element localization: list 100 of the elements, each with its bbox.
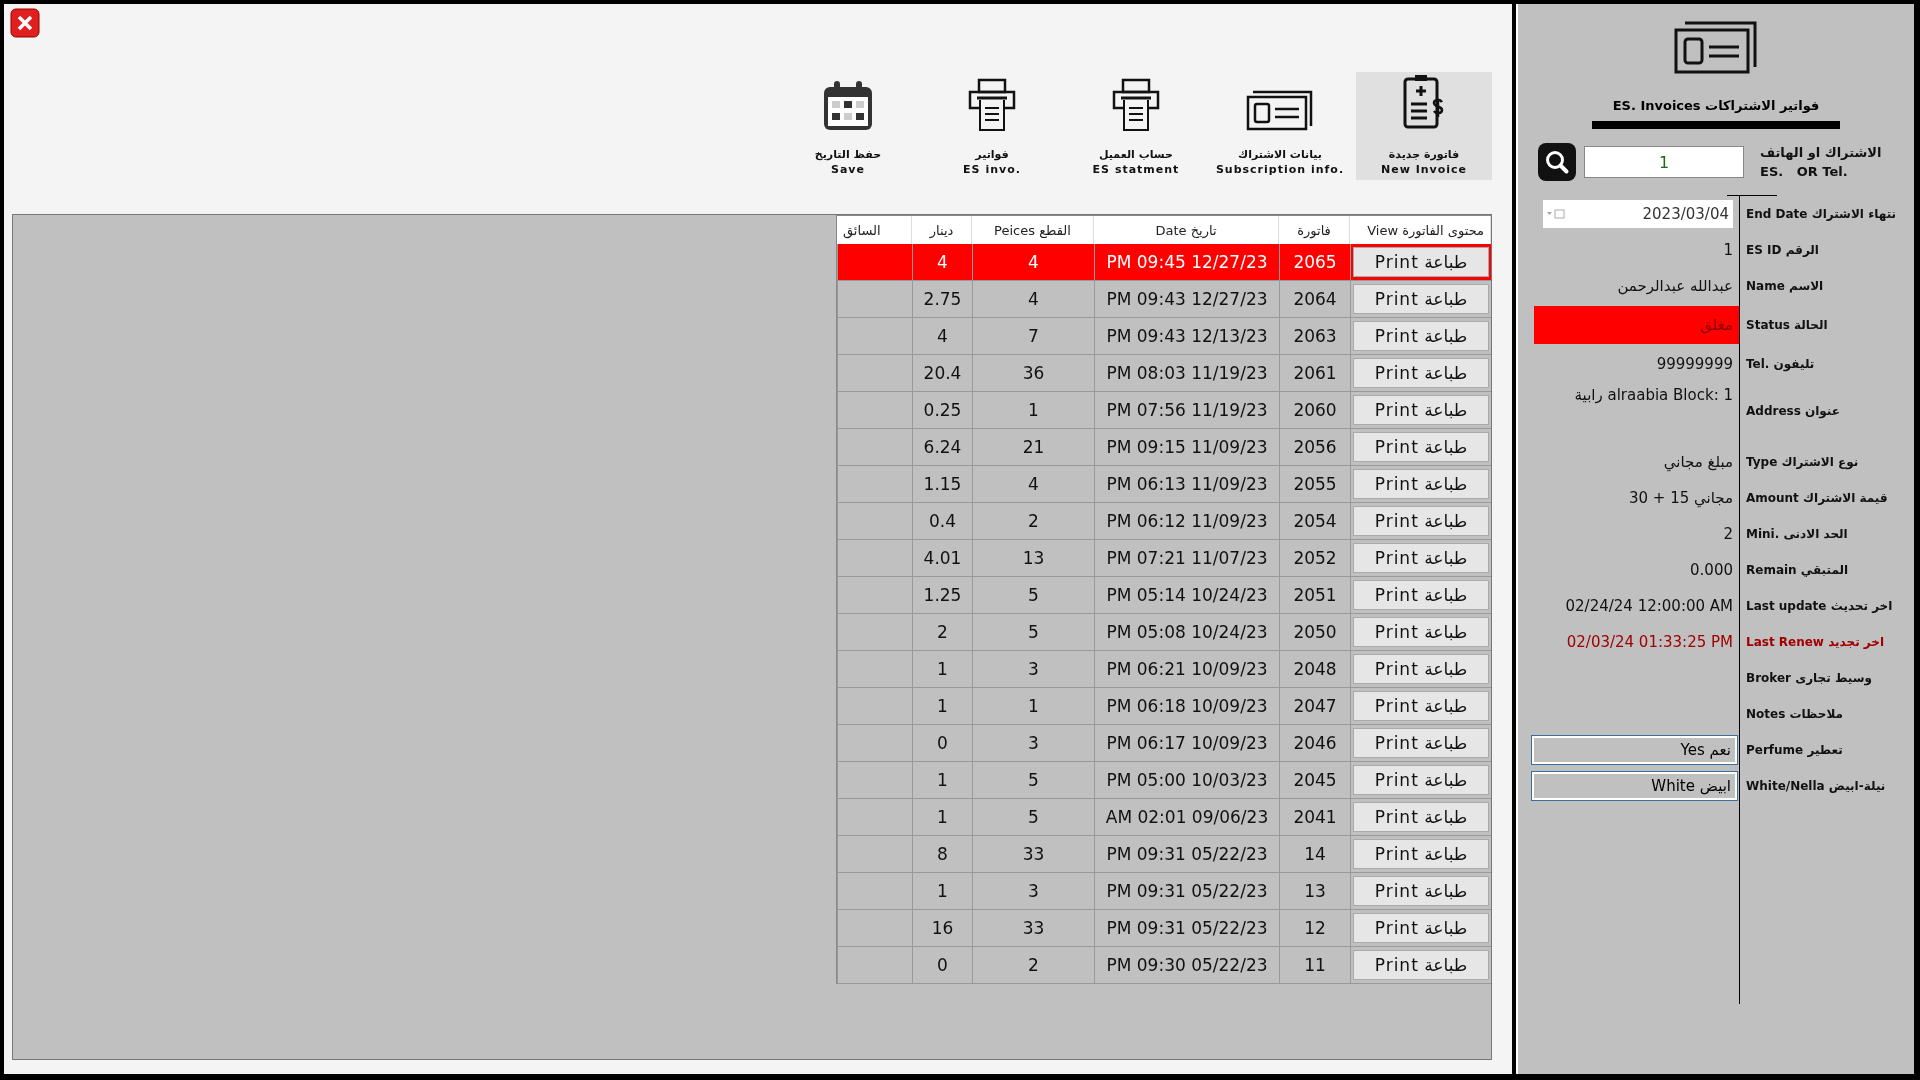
table-cell: 7 <box>972 318 1094 355</box>
table-cell: 2 <box>972 503 1094 540</box>
status-value: مغلق <box>1534 306 1739 344</box>
search-label: ES. OR Tel. <box>1760 164 1849 179</box>
table-cell: 0 <box>912 947 972 984</box>
field-label: الاسم Name <box>1746 279 1824 293</box>
table-cell: 3 <box>972 873 1094 910</box>
table-cell: 12 <box>1279 910 1350 947</box>
table-cell: 36 <box>972 355 1094 392</box>
field-label: الرقم ES ID <box>1746 243 1819 257</box>
printer-icon <box>1111 78 1161 132</box>
field-value: 1 <box>1723 241 1733 259</box>
field-label: ملاحظات Notes <box>1746 707 1843 721</box>
field-label: الحالة Status <box>1746 318 1828 332</box>
print-button[interactable]: طباعة Print <box>1353 395 1489 425</box>
print-button[interactable]: طباعة Print <box>1353 358 1489 388</box>
print-button[interactable]: طباعة Print <box>1353 580 1489 610</box>
print-button[interactable]: طباعة Print <box>1353 432 1489 462</box>
field-value: 2 <box>1723 525 1733 543</box>
print-button[interactable]: طباعة Print <box>1353 321 1489 351</box>
table-cell: PM 05:00 10/03/23 <box>1094 762 1279 799</box>
table-cell: PM 07:21 11/07/23 <box>1094 540 1279 577</box>
field-label: نتهاء الاشتراك End Date <box>1746 207 1897 221</box>
table-cell: 0.25 <box>912 392 972 429</box>
field-label: نيلة-ابيض White/Nella <box>1746 779 1886 793</box>
field-label: الحد الادنى .Mini <box>1746 527 1848 541</box>
table-cell: 33 <box>972 836 1094 873</box>
table-cell: 2055 <box>1279 466 1350 503</box>
print-button[interactable]: طباعة Print <box>1353 506 1489 536</box>
date-picker[interactable]: 2023/03/04 <box>1543 200 1733 228</box>
table-cell: 3 <box>972 651 1094 688</box>
search-field[interactable]: 1 <box>1584 146 1744 178</box>
table-cell: 4 <box>972 281 1094 318</box>
table-cell: 2050 <box>1279 614 1350 651</box>
table-cell: 2051 <box>1279 577 1350 614</box>
field-label: المتبقي Remain <box>1746 563 1849 577</box>
table-cell: 2041 <box>1279 799 1350 836</box>
search-label: الاشتراك او الهاتف <box>1760 145 1882 160</box>
close-icon[interactable] <box>10 8 40 38</box>
print-button[interactable]: طباعة Print <box>1353 913 1489 943</box>
table-cell: 0 <box>912 725 972 762</box>
table-cell: PM 05:08 10/24/23 <box>1094 614 1279 651</box>
field-label: قيمة الاشتراك Amount <box>1746 491 1888 505</box>
table-cell: 2 <box>912 614 972 651</box>
table-cell: 1 <box>912 799 972 836</box>
invoice-icon <box>1402 74 1446 132</box>
search-icon <box>1544 149 1570 175</box>
card-icon <box>1245 88 1315 132</box>
print-button[interactable]: طباعة Print <box>1353 839 1489 869</box>
field-value: 02/03/24 01:33:25 PM <box>1566 633 1733 651</box>
field-label: عنوان Address <box>1746 404 1840 418</box>
table-cell: 2052 <box>1279 540 1350 577</box>
print-button[interactable]: طباعة Print <box>1353 654 1489 684</box>
print-button[interactable]: طباعة Print <box>1353 691 1489 721</box>
table-cell: 33 <box>972 910 1094 947</box>
table-cell: PM 07:56 11/19/23 <box>1094 392 1279 429</box>
field-value: مجاني 15 + 30 <box>1628 489 1733 507</box>
table-cell: PM 06:18 10/09/23 <box>1094 688 1279 725</box>
print-button[interactable]: طباعة Print <box>1353 802 1489 832</box>
table-cell: PM 09:43 12/13/23 <box>1094 318 1279 355</box>
table-cell: 14 <box>1279 836 1350 873</box>
table-cell: PM 08:03 11/19/23 <box>1094 355 1279 392</box>
print-button[interactable]: طباعة Print <box>1353 950 1489 980</box>
print-button[interactable]: طباعة Print <box>1353 876 1489 906</box>
table-cell: 1.15 <box>912 466 972 503</box>
table-cell: 5 <box>972 614 1094 651</box>
field-label: تليفون .Tel <box>1746 357 1815 371</box>
table-cell: PM 09:30 05/22/23 <box>1094 947 1279 984</box>
print-button[interactable]: طباعة Print <box>1353 728 1489 758</box>
print-button[interactable]: طباعة Print <box>1353 543 1489 573</box>
input-field[interactable]: ابيض White <box>1532 772 1737 800</box>
table-cell: 0.4 <box>912 503 972 540</box>
table-cell: PM 09:15 11/09/23 <box>1094 429 1279 466</box>
table-cell: 4 <box>912 244 972 281</box>
field-value: مبلغ مجاني <box>1663 453 1733 471</box>
table-cell: 1 <box>972 688 1094 725</box>
calendar-icon <box>1547 209 1565 219</box>
table-cell: PM 05:14 10/24/23 <box>1094 577 1279 614</box>
field-value: 0.000 <box>1690 561 1733 579</box>
table-cell: 8 <box>912 836 972 873</box>
search-button[interactable] <box>1538 143 1576 181</box>
table-cell: 2048 <box>1279 651 1350 688</box>
card-icon <box>1673 20 1759 76</box>
print-button[interactable]: طباعة Print <box>1353 284 1489 314</box>
table-cell: 2047 <box>1279 688 1350 725</box>
table-cell: PM 06:21 10/09/23 <box>1094 651 1279 688</box>
field-label: اخر تحديث Last update <box>1746 599 1893 613</box>
input-field[interactable]: نعم Yes <box>1532 736 1737 764</box>
print-button[interactable]: طباعة Print <box>1353 765 1489 795</box>
print-button[interactable]: طباعة Print <box>1353 247 1489 277</box>
print-button[interactable]: طباعة Print <box>1353 469 1489 499</box>
table-cell: 1 <box>912 873 972 910</box>
table-cell: 4.01 <box>912 540 972 577</box>
table-cell: PM 06:13 11/09/23 <box>1094 466 1279 503</box>
table-cell: PM 09:31 05/22/23 <box>1094 910 1279 947</box>
field-label: وسيط تجارى Broker <box>1746 671 1872 685</box>
field-label: نوع الاشتراك Type <box>1746 455 1859 469</box>
table-cell: PM 09:43 12/27/23 <box>1094 281 1279 318</box>
print-button[interactable]: طباعة Print <box>1353 617 1489 647</box>
field-value: 02/24/24 12:00:00 AM <box>1565 597 1733 615</box>
